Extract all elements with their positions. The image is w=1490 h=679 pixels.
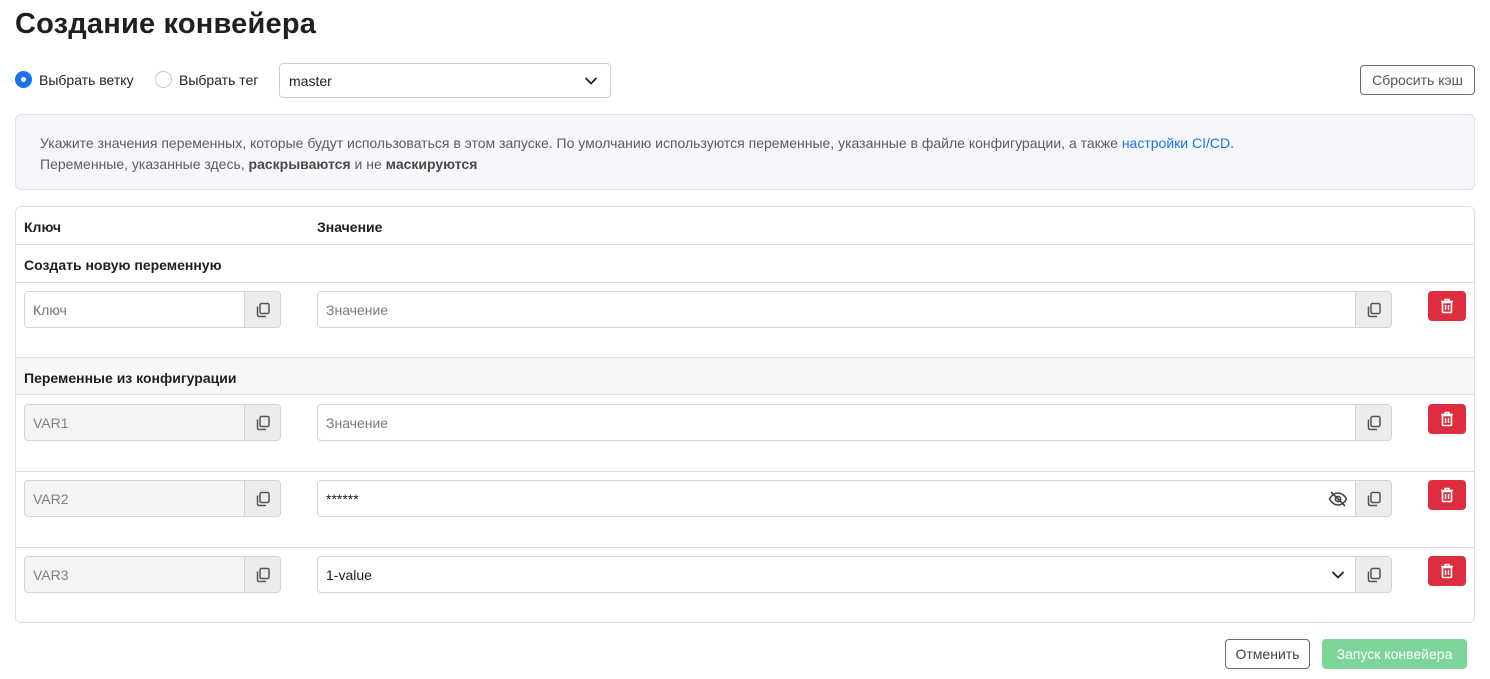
config-variables-section-header: Переменные из конфигурации bbox=[16, 357, 1474, 395]
trash-icon bbox=[1441, 298, 1453, 314]
branch-select[interactable]: master bbox=[279, 63, 611, 98]
key-field-group bbox=[24, 404, 281, 441]
var-value-select[interactable]: 1-value bbox=[318, 557, 1321, 592]
table-header: Ключ Значение bbox=[16, 207, 1474, 245]
column-key-header: Ключ bbox=[24, 219, 61, 235]
var-key-input[interactable] bbox=[25, 405, 244, 440]
page-title: Создание конвейера bbox=[15, 8, 317, 40]
copy-icon[interactable] bbox=[1355, 292, 1391, 327]
new-key-field-group bbox=[24, 291, 281, 328]
run-pipeline-button[interactable]: Запуск конвейера bbox=[1322, 639, 1467, 669]
copy-icon[interactable] bbox=[1355, 557, 1391, 592]
radio-tag-label: Выбрать тег bbox=[179, 71, 259, 88]
radio-select-tag[interactable]: Выбрать тег bbox=[155, 71, 258, 88]
info-line-1: Укажите значения переменных, которые буд… bbox=[40, 133, 1450, 154]
delete-variable-button[interactable] bbox=[1428, 404, 1466, 434]
value-field-group bbox=[317, 480, 1392, 517]
delete-variable-button[interactable] bbox=[1428, 556, 1466, 586]
copy-icon[interactable] bbox=[1355, 481, 1391, 516]
key-field-group bbox=[24, 556, 281, 593]
copy-icon[interactable] bbox=[244, 405, 280, 440]
delete-variable-button[interactable] bbox=[1428, 291, 1466, 321]
copy-icon[interactable] bbox=[244, 481, 280, 516]
delete-variable-button[interactable] bbox=[1428, 480, 1466, 510]
radio-checked-icon[interactable] bbox=[15, 71, 32, 88]
info-text: Укажите значения переменных, которые буд… bbox=[40, 135, 1122, 151]
table-row bbox=[16, 283, 1474, 359]
new-key-input[interactable] bbox=[25, 292, 244, 327]
radio-branch-label: Выбрать ветку bbox=[39, 71, 134, 88]
chevron-down-icon[interactable] bbox=[1321, 557, 1355, 592]
info-line-2: Переменные, указанные здесь, раскрываютс… bbox=[40, 154, 1450, 175]
trash-icon bbox=[1441, 563, 1453, 579]
eye-off-icon[interactable] bbox=[1321, 481, 1355, 516]
branch-select-value: master bbox=[289, 72, 332, 89]
ci-cd-settings-link[interactable]: настройки CI/CD bbox=[1122, 135, 1230, 151]
info-text-2: Переменные, указанные здесь, bbox=[40, 156, 249, 172]
trash-icon bbox=[1441, 411, 1453, 427]
var-value-input[interactable] bbox=[318, 405, 1355, 440]
info-bold-expanded: раскрываются bbox=[248, 156, 351, 172]
info-text-3: и не bbox=[350, 156, 386, 172]
reset-cache-button[interactable]: Сбросить кэш bbox=[1360, 65, 1475, 95]
key-field-group bbox=[24, 480, 281, 517]
radio-select-branch[interactable]: Выбрать ветку bbox=[15, 71, 134, 88]
info-bold-masked: маскируются bbox=[385, 156, 478, 172]
variables-table: Ключ Значение Создать новую переменную П… bbox=[15, 206, 1475, 623]
var-value-masked-input[interactable] bbox=[318, 481, 1321, 516]
value-field-group bbox=[317, 404, 1392, 441]
info-banner: Укажите значения переменных, которые буд… bbox=[15, 114, 1475, 190]
table-row bbox=[16, 396, 1474, 472]
var-key-input[interactable] bbox=[25, 481, 244, 516]
info-text-end: . bbox=[1230, 135, 1234, 151]
new-variable-section-header: Создать новую переменную bbox=[16, 245, 1474, 283]
copy-icon[interactable] bbox=[244, 557, 280, 592]
var-key-input[interactable] bbox=[25, 557, 244, 592]
chevron-down-icon bbox=[585, 77, 597, 85]
cancel-button[interactable]: Отменить bbox=[1225, 639, 1310, 669]
trash-icon bbox=[1441, 487, 1453, 503]
copy-icon[interactable] bbox=[244, 292, 280, 327]
column-value-header: Значение bbox=[317, 219, 383, 235]
table-row bbox=[16, 472, 1474, 548]
table-row: 1-value bbox=[16, 548, 1474, 622]
new-value-input[interactable] bbox=[318, 292, 1355, 327]
ref-selector-row: Выбрать ветку Выбрать тег master Сбросит… bbox=[15, 62, 1475, 98]
copy-icon[interactable] bbox=[1355, 405, 1391, 440]
new-value-field-group bbox=[317, 291, 1392, 328]
radio-unchecked-icon[interactable] bbox=[155, 71, 172, 88]
value-select-group[interactable]: 1-value bbox=[317, 556, 1392, 593]
